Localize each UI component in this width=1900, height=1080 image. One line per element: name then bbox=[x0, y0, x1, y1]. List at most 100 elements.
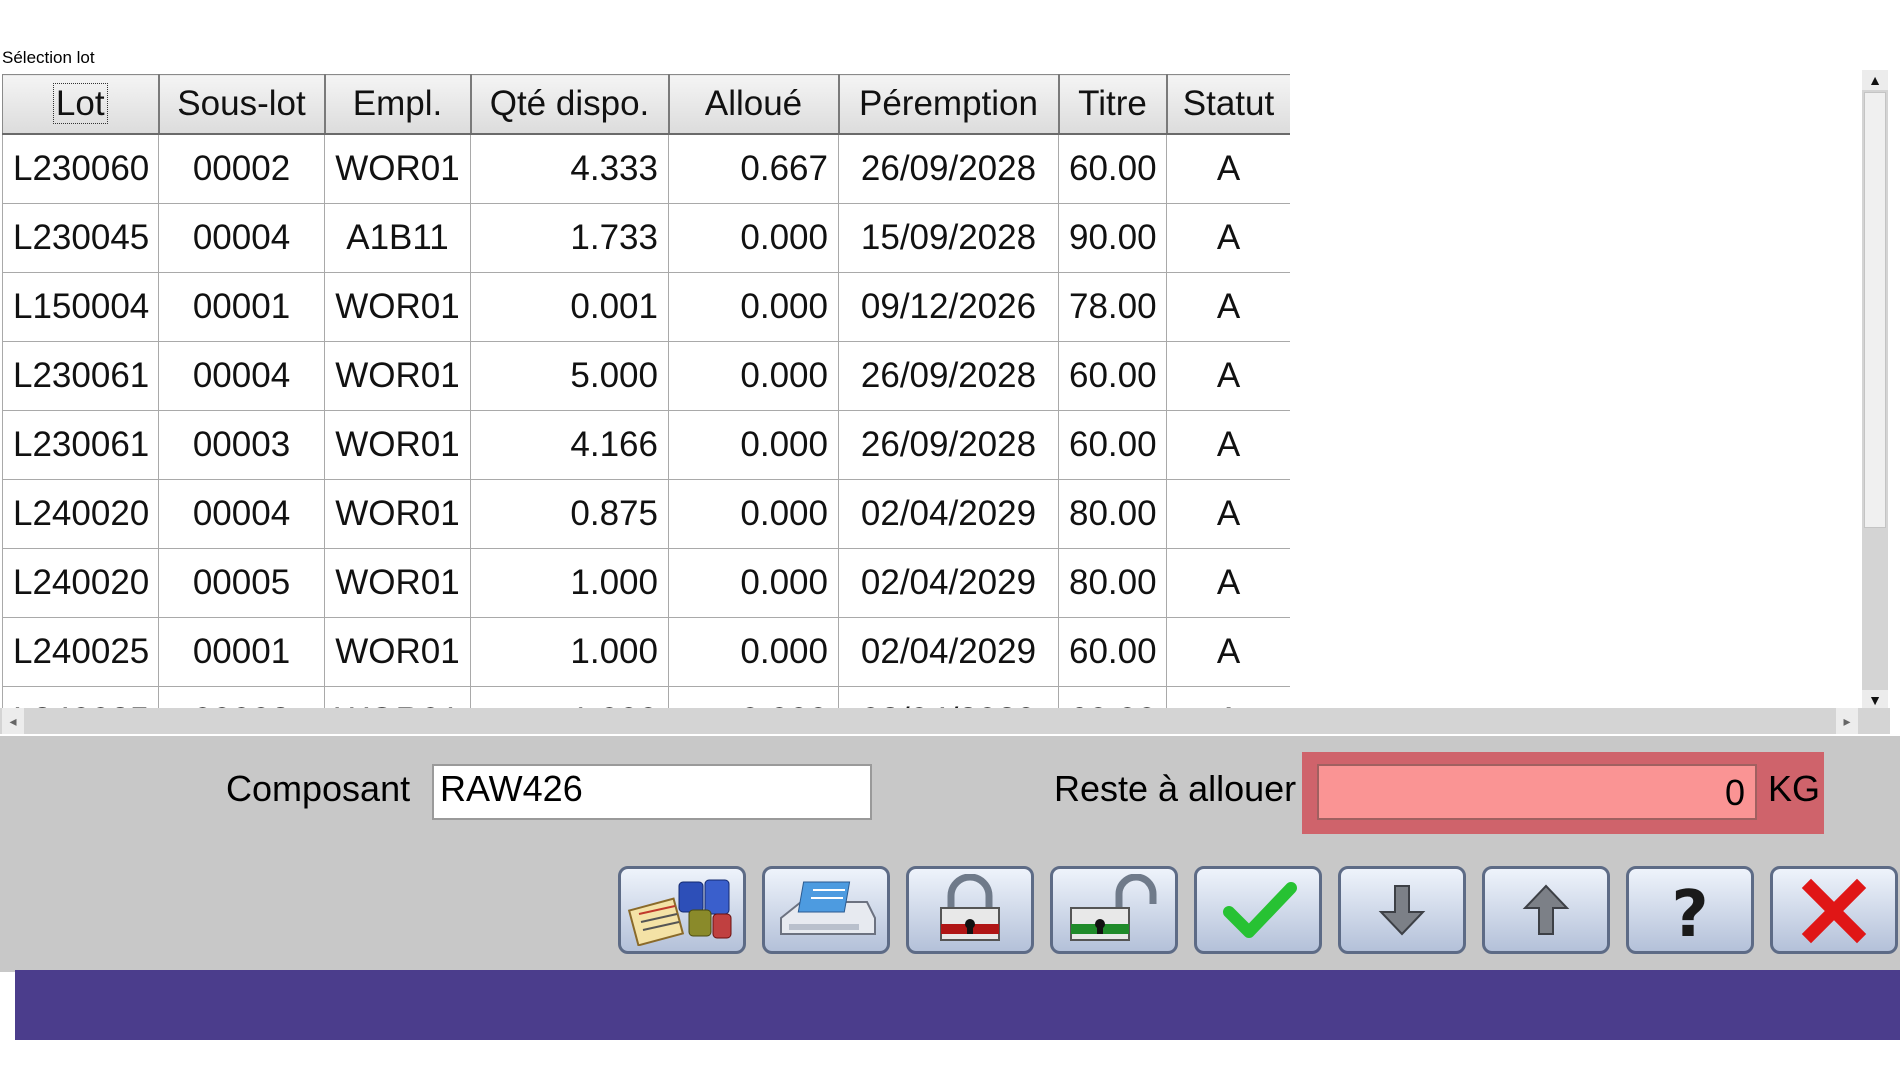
scroll-up-arrow-icon[interactable]: ▲ bbox=[1862, 70, 1888, 90]
column-header-lot[interactable]: Lot bbox=[2, 74, 160, 135]
cell-sous-lot: 00001 bbox=[158, 617, 325, 687]
column-header-statut[interactable]: Statut bbox=[1166, 74, 1290, 135]
cell-lot: L230045 bbox=[2, 203, 159, 273]
cell-peremption: 02/04/2029 bbox=[838, 617, 1059, 687]
scroll-down-arrow-icon[interactable]: ▼ bbox=[1862, 690, 1888, 710]
question-mark-icon: ? bbox=[1671, 878, 1708, 946]
cell-peremption: 09/12/2026 bbox=[838, 272, 1059, 342]
lot-table: Lot Sous-lot Empl. Qté dispo. Alloué Pér… bbox=[2, 74, 1290, 708]
composant-field[interactable]: RAW426 bbox=[432, 764, 872, 820]
cell-lot: L240025 bbox=[2, 617, 159, 687]
cell-statut: A bbox=[1166, 479, 1290, 549]
cell-empl: WOR01 bbox=[324, 133, 471, 204]
column-header-sous-lot[interactable]: Sous-lot bbox=[158, 74, 326, 135]
cell-alloue: 0.000 bbox=[668, 548, 839, 618]
cell-empl: WOR01 bbox=[324, 272, 471, 342]
cell-lot: L230061 bbox=[2, 410, 159, 480]
column-header-alloue[interactable]: Alloué bbox=[668, 74, 840, 135]
move-up-button[interactable] bbox=[1482, 866, 1610, 954]
cell-qte-dispo: 5.000 bbox=[470, 341, 669, 411]
column-header-titre[interactable]: Titre bbox=[1058, 74, 1168, 135]
cell-titre: 80.00 bbox=[1058, 548, 1167, 618]
scroll-right-arrow-icon[interactable]: ▸ bbox=[1836, 708, 1858, 734]
cell-alloue: 0.000 bbox=[668, 410, 839, 480]
stock-list-button[interactable] bbox=[618, 866, 746, 954]
status-bar bbox=[15, 970, 1900, 1040]
cell-titre: 60.00 bbox=[1058, 686, 1167, 708]
cell-peremption: 02/04/2029 bbox=[838, 686, 1059, 708]
lot-grid[interactable]: Lot Sous-lot Empl. Qté dispo. Alloué Pér… bbox=[2, 74, 1290, 708]
table-row[interactable]: L240020 00005 WOR01 1.000 0.000 02/04/20… bbox=[2, 548, 1290, 618]
reste-a-allouer-label: Reste à allouer bbox=[1054, 768, 1297, 809]
validate-button[interactable] bbox=[1194, 866, 1322, 954]
cell-empl: A1B11 bbox=[324, 203, 471, 273]
cell-statut: A bbox=[1166, 548, 1290, 618]
cell-sous-lot: 00004 bbox=[158, 203, 325, 273]
cell-alloue: 0.000 bbox=[668, 617, 839, 687]
cell-qte-dispo: 1.733 bbox=[470, 203, 669, 273]
cell-sous-lot: 00002 bbox=[158, 133, 325, 204]
help-button[interactable]: ? bbox=[1626, 866, 1754, 954]
cell-titre: 80.00 bbox=[1058, 479, 1167, 549]
arrow-down-icon bbox=[1378, 885, 1426, 936]
composant-label: Composant bbox=[226, 768, 411, 809]
table-row[interactable]: L150004 00001 WOR01 0.001 0.000 09/12/20… bbox=[2, 272, 1290, 342]
column-header-peremption[interactable]: Péremption bbox=[838, 74, 1060, 135]
printer-icon bbox=[780, 881, 876, 935]
close-icon bbox=[1801, 878, 1867, 944]
arrow-up-icon bbox=[1522, 884, 1570, 935]
cell-statut: A bbox=[1166, 410, 1290, 480]
cell-sous-lot: 00004 bbox=[158, 341, 325, 411]
table-row[interactable]: L240025 00001 WOR01 1.000 0.000 02/04/20… bbox=[2, 617, 1290, 687]
cell-qte-dispo: 1.000 bbox=[470, 686, 669, 708]
cell-peremption: 02/04/2029 bbox=[838, 548, 1059, 618]
cell-empl: WOR01 bbox=[324, 410, 471, 480]
cell-lot: L240020 bbox=[2, 548, 159, 618]
table-row[interactable]: L240020 00004 WOR01 0.875 0.000 02/04/20… bbox=[2, 479, 1290, 549]
print-button[interactable] bbox=[762, 866, 890, 954]
cell-statut: A bbox=[1166, 272, 1290, 342]
cell-lot: L240020 bbox=[2, 479, 159, 549]
cell-alloue: 0.667 bbox=[668, 133, 839, 204]
window-title: Sélection lot bbox=[2, 48, 95, 67]
table-row[interactable]: L240025 00002 WOR01 1.000 0.000 02/04/20… bbox=[2, 686, 1290, 708]
vertical-scrollbar[interactable]: ▲ ▼ bbox=[1862, 70, 1888, 710]
table-row[interactable]: L230061 00003 WOR01 4.166 0.000 26/09/20… bbox=[2, 410, 1290, 480]
cell-statut: A bbox=[1166, 617, 1290, 687]
close-button[interactable] bbox=[1770, 866, 1898, 954]
reste-a-allouer-field[interactable]: 0 bbox=[1317, 764, 1757, 820]
vertical-scroll-thumb[interactable] bbox=[1864, 92, 1886, 528]
scroll-left-arrow-icon[interactable]: ◂ bbox=[2, 708, 24, 734]
cell-peremption: 26/09/2028 bbox=[838, 341, 1059, 411]
cell-sous-lot: 00005 bbox=[158, 548, 325, 618]
column-header-qte-dispo[interactable]: Qté dispo. bbox=[470, 74, 670, 135]
cell-alloue: 0.000 bbox=[668, 272, 839, 342]
cell-qte-dispo: 4.166 bbox=[470, 410, 669, 480]
unlock-button[interactable] bbox=[1050, 866, 1178, 954]
table-row[interactable]: L230060 00002 WOR01 4.333 0.667 26/09/20… bbox=[2, 133, 1290, 204]
table-row[interactable]: L230061 00004 WOR01 5.000 0.000 26/09/20… bbox=[2, 341, 1290, 411]
column-header-empl[interactable]: Empl. bbox=[324, 74, 472, 135]
cell-titre: 90.00 bbox=[1058, 203, 1167, 273]
cell-statut: A bbox=[1166, 341, 1290, 411]
cell-peremption: 26/09/2028 bbox=[838, 410, 1059, 480]
cell-qte-dispo: 1.000 bbox=[470, 617, 669, 687]
cell-empl: WOR01 bbox=[324, 341, 471, 411]
cell-qte-dispo: 1.000 bbox=[470, 548, 669, 618]
cell-lot: L240025 bbox=[2, 686, 159, 708]
cell-lot: L230060 bbox=[2, 133, 159, 204]
table-row[interactable]: L230045 00004 A1B11 1.733 0.000 15/09/20… bbox=[2, 203, 1290, 273]
horizontal-scrollbar[interactable]: ◂ ▸ bbox=[0, 708, 1890, 734]
checkmark-icon bbox=[1223, 882, 1297, 938]
cell-alloue: 0.000 bbox=[668, 341, 839, 411]
cell-alloue: 0.000 bbox=[668, 686, 839, 708]
cell-lot: L150004 bbox=[2, 272, 159, 342]
cell-empl: WOR01 bbox=[324, 479, 471, 549]
cell-titre: 60.00 bbox=[1058, 617, 1167, 687]
lock-button[interactable] bbox=[906, 866, 1034, 954]
lock-closed-icon bbox=[940, 874, 1000, 941]
header-row: Lot Sous-lot Empl. Qté dispo. Alloué Pér… bbox=[2, 74, 1290, 135]
move-down-button[interactable] bbox=[1338, 866, 1466, 954]
cell-empl: WOR01 bbox=[324, 548, 471, 618]
cell-empl: WOR01 bbox=[324, 686, 471, 708]
